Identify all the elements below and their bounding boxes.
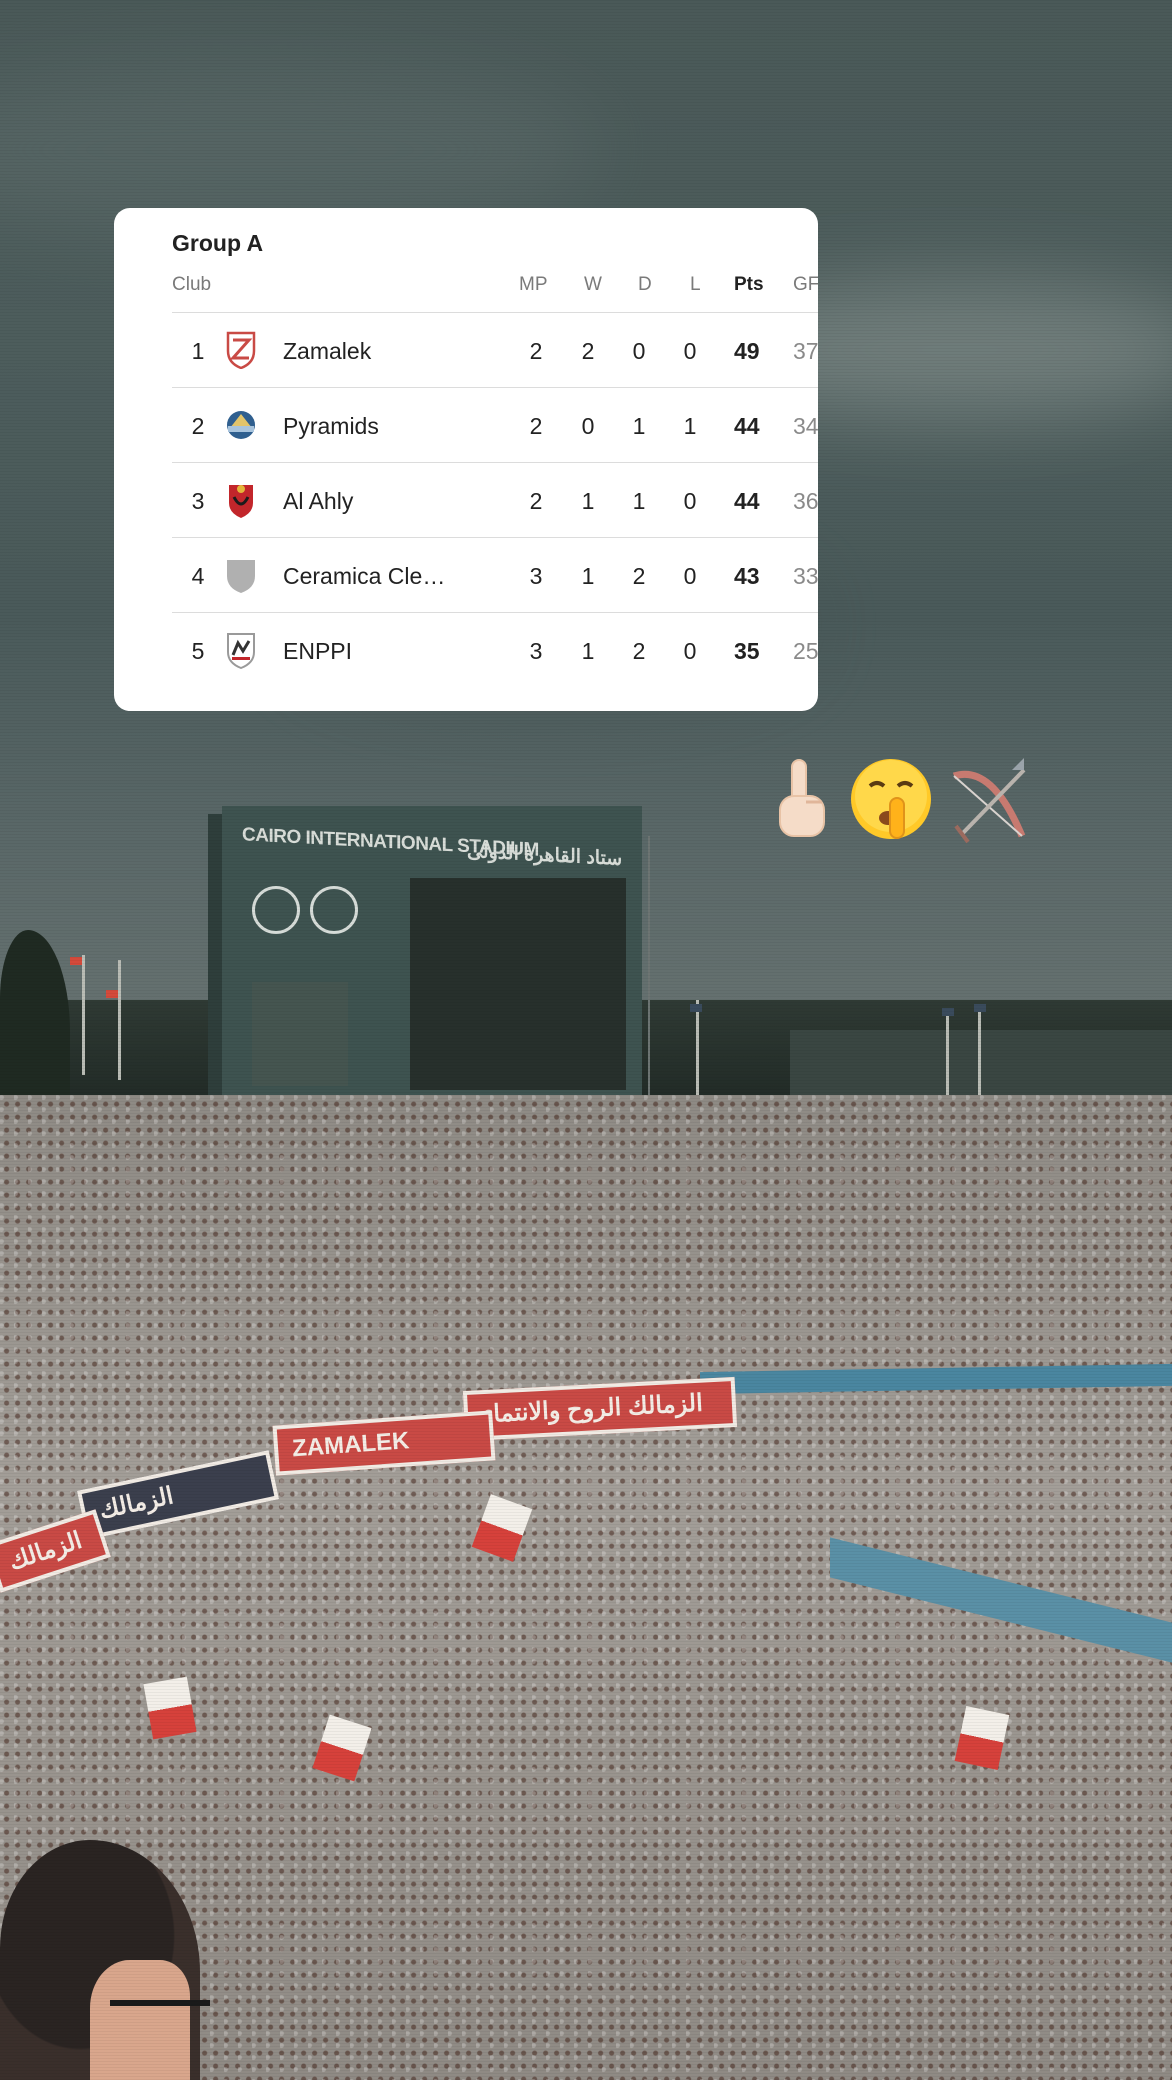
- goals-for: 34: [793, 413, 818, 439]
- matches-played: 2: [529, 413, 543, 439]
- matches-played: 3: [529, 563, 543, 589]
- matches-played: 3: [529, 638, 543, 664]
- club-name: Ceramica Cle…: [283, 563, 446, 589]
- bow-and-arrow-icon: [952, 758, 1026, 844]
- row-position: 5: [191, 638, 205, 664]
- group-title: Group A: [172, 230, 264, 256]
- losses: 0: [683, 638, 697, 664]
- wins: 1: [581, 638, 595, 664]
- standings-row[interactable]: 5 ENPPI 3 1 2 0 35 25: [114, 613, 818, 687]
- points: 35: [734, 638, 760, 664]
- club-name: Al Ahly: [283, 488, 354, 514]
- column-header-w: W: [584, 274, 602, 295]
- points: 44: [734, 413, 760, 439]
- losses: 0: [683, 338, 697, 364]
- zamalek-crest-icon: [226, 331, 256, 369]
- draws: 2: [632, 563, 646, 589]
- losses: 0: [683, 488, 697, 514]
- row-position: 4: [191, 563, 205, 589]
- wins: 1: [581, 563, 595, 589]
- column-header-pts: Pts: [734, 274, 764, 295]
- draws: 1: [632, 488, 646, 514]
- club-name: ENPPI: [283, 638, 353, 664]
- goals-for: 25: [793, 638, 818, 664]
- matches-played: 2: [529, 488, 543, 514]
- column-header-gf: GF: [793, 274, 818, 295]
- losses: 0: [683, 563, 697, 589]
- standings-row[interactable]: 1 Zamalek 2 2 0 0 49 37: [114, 313, 818, 387]
- standings-card: Group A Club MP W D L Pts GF 1 Zamalek 2…: [114, 208, 818, 711]
- standings-row[interactable]: 3 Al Ahly 2 1 1 0 44 36: [114, 463, 818, 537]
- column-header-l: L: [690, 274, 701, 295]
- points: 43: [734, 563, 760, 589]
- points: 49: [734, 338, 760, 364]
- column-header-club: Club: [172, 274, 212, 295]
- wins: 1: [581, 488, 595, 514]
- points: 44: [734, 488, 760, 514]
- column-header-mp: MP: [519, 274, 548, 295]
- draws: 0: [632, 338, 646, 364]
- enppi-crest-icon: [227, 633, 255, 669]
- column-header-d: D: [638, 274, 652, 295]
- wins: 2: [581, 338, 595, 364]
- row-position: 2: [191, 413, 205, 439]
- club-name: Pyramids: [283, 413, 379, 439]
- goals-for: 37: [793, 338, 818, 364]
- row-position: 1: [191, 338, 205, 364]
- club-name: Zamalek: [283, 338, 372, 364]
- index-pointing-up-icon: [779, 759, 825, 837]
- ceramica-crest-icon: [227, 560, 255, 593]
- goals-for: 33: [793, 563, 818, 589]
- matches-played: 2: [529, 338, 543, 364]
- wins: 0: [581, 413, 595, 439]
- standings-row[interactable]: 4 Ceramica Cle… 3 1 2 0 43 33: [114, 538, 818, 612]
- al-ahly-crest-icon: [229, 485, 253, 518]
- draws: 2: [632, 638, 646, 664]
- shushing-face-icon: [851, 759, 931, 839]
- row-position: 3: [191, 488, 205, 514]
- pyramids-crest-icon: [227, 411, 255, 439]
- standings-row[interactable]: 2 Pyramids 2 0 1 1 44 34: [114, 388, 818, 462]
- losses: 1: [683, 413, 697, 439]
- goals-for: 36: [793, 488, 818, 514]
- draws: 1: [632, 413, 646, 439]
